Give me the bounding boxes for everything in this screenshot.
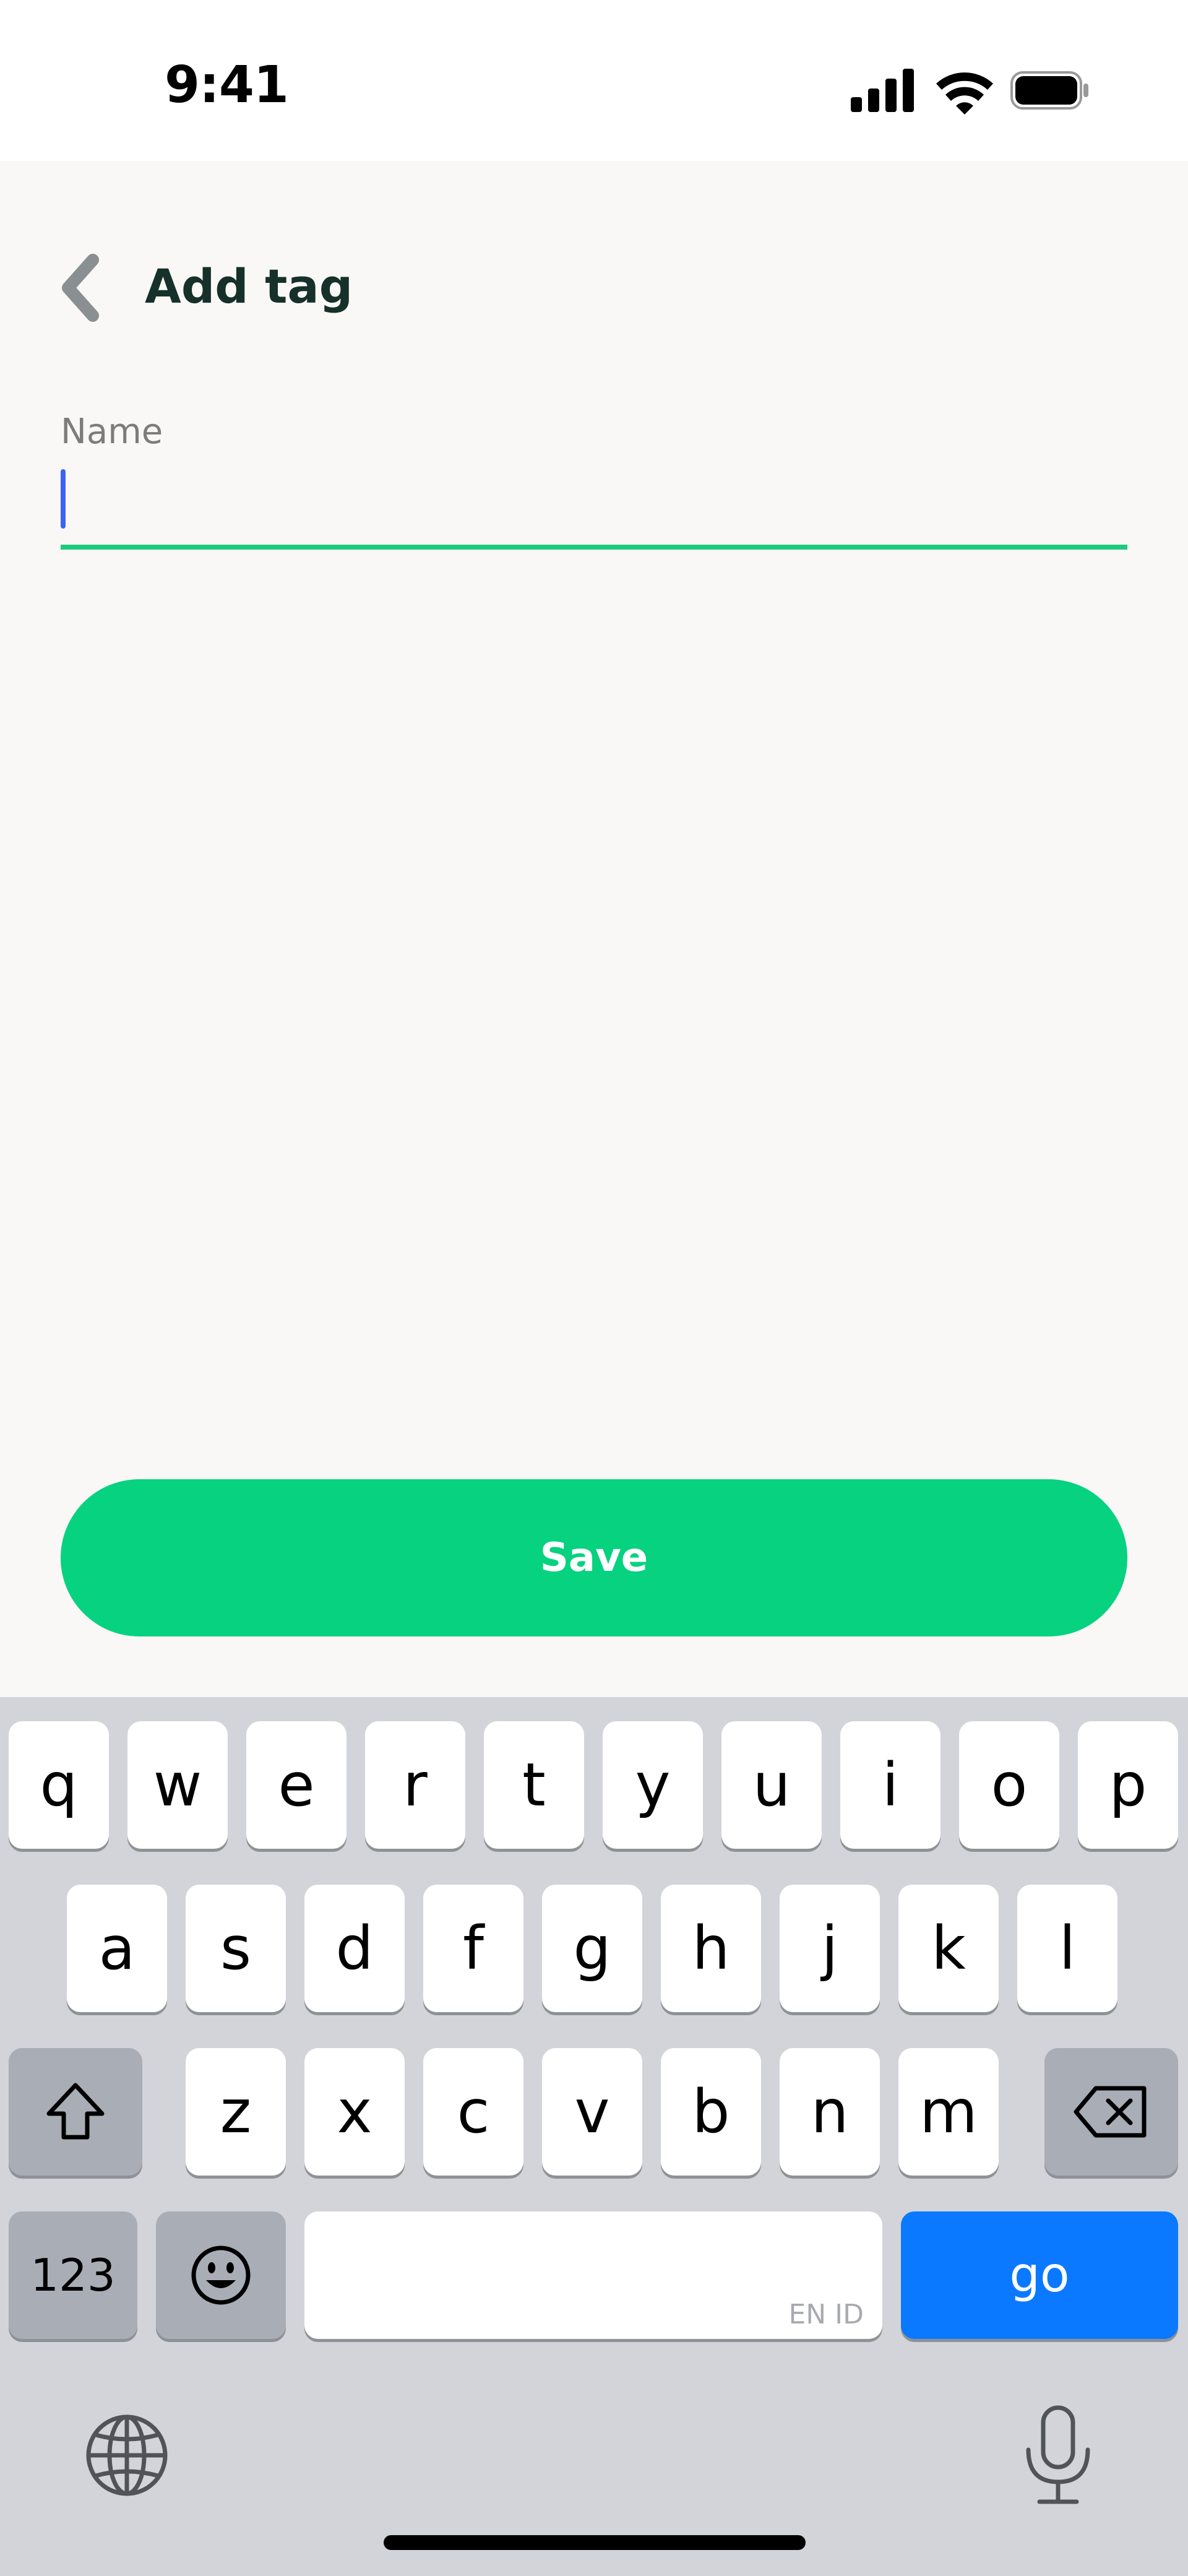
key-h[interactable]: h — [661, 1885, 761, 2012]
key-p[interactable]: p — [1078, 1721, 1178, 1849]
save-button[interactable]: Save — [61, 1479, 1127, 1636]
key-d[interactable]: d — [304, 1885, 405, 2012]
key-x[interactable]: x — [304, 2048, 405, 2176]
key-u[interactable]: u — [721, 1721, 822, 1849]
space-key-language-hint: EN ID — [788, 2299, 864, 2330]
keyboard: q w e r t y u i o p a s d f g h j k l z … — [0, 1697, 1188, 2576]
key-a[interactable]: a — [67, 1885, 167, 2012]
microphone-icon — [1026, 2405, 1090, 2504]
name-input[interactable] — [61, 458, 1127, 550]
page-title: Add tag — [145, 259, 353, 314]
cellular-signal-icon — [851, 69, 914, 112]
key-k[interactable]: k — [898, 1885, 999, 2012]
key-z[interactable]: z — [186, 2048, 286, 2176]
emoji-key[interactable] — [156, 2211, 286, 2339]
status-icons — [851, 69, 1088, 115]
key-w[interactable]: w — [127, 1721, 228, 1849]
key-j[interactable]: j — [780, 1885, 880, 2012]
emoji-icon — [191, 2245, 251, 2305]
key-s[interactable]: s — [186, 1885, 286, 2012]
home-indicator — [384, 2535, 806, 2550]
shift-icon — [46, 2083, 105, 2140]
key-i[interactable]: i — [840, 1721, 940, 1849]
key-t[interactable]: t — [484, 1721, 584, 1849]
key-g[interactable]: g — [542, 1885, 642, 2012]
key-y[interactable]: y — [603, 1721, 703, 1849]
backspace-icon — [1074, 2086, 1147, 2138]
key-c[interactable]: c — [423, 2048, 523, 2176]
microphone-button[interactable] — [1015, 2403, 1101, 2508]
numbers-key[interactable]: 123 — [9, 2211, 137, 2339]
key-v[interactable]: v — [542, 2048, 642, 2176]
wifi-icon — [936, 72, 993, 115]
battery-icon — [1010, 71, 1088, 110]
key-b[interactable]: b — [661, 2048, 761, 2176]
key-r[interactable]: r — [365, 1721, 465, 1849]
shift-key[interactable] — [9, 2048, 142, 2176]
key-q[interactable]: q — [9, 1721, 109, 1849]
text-caret — [61, 469, 66, 529]
go-key[interactable]: go — [901, 2211, 1178, 2339]
name-field-label: Name — [61, 412, 163, 452]
status-time: 9:41 — [165, 56, 289, 115]
chevron-left-icon — [62, 254, 99, 322]
backspace-key[interactable] — [1044, 2048, 1178, 2176]
key-l[interactable]: l — [1017, 1885, 1117, 2012]
key-f[interactable]: f — [423, 1885, 523, 2012]
globe-icon — [86, 2414, 168, 2496]
key-e[interactable]: e — [246, 1721, 346, 1849]
back-button[interactable] — [50, 248, 118, 328]
key-o[interactable]: o — [959, 1721, 1059, 1849]
key-m[interactable]: m — [898, 2048, 999, 2176]
key-n[interactable]: n — [780, 2048, 880, 2176]
globe-button[interactable] — [80, 2409, 173, 2502]
space-key[interactable]: EN ID — [304, 2211, 882, 2339]
status-bar: 9:41 — [0, 0, 1188, 161]
